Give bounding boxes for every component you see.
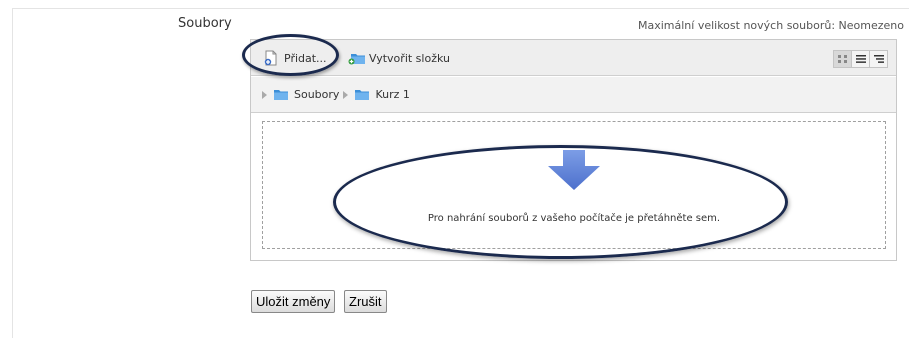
max-file-size-text: Maximální velikost nových souborů: Neome… [637,19,904,32]
tree-view-button[interactable] [869,50,888,68]
file-manager: Přidat... Vytvořit složku Soubory Kurz 1… [250,39,897,261]
breadcrumb-item-kurz-1[interactable]: Kurz 1 [354,88,410,101]
view-switcher [833,50,888,68]
file-add-icon [263,50,279,66]
file-drop-zone[interactable]: Pro nahrání souborů z vašeho počítače je… [262,121,886,249]
breadcrumb-separator-icon [343,90,349,99]
list-icon [855,55,866,63]
folder-add-icon [348,50,365,66]
breadcrumb-label: Kurz 1 [375,88,410,101]
create-folder-button[interactable]: Vytvořit složku [348,49,450,67]
breadcrumb-item-soubory[interactable]: Soubory [273,88,339,101]
add-file-button[interactable]: Přidat... [263,49,327,67]
save-changes-button[interactable]: Uložit změny [251,290,336,313]
list-view-button[interactable] [851,50,870,68]
breadcrumb: Soubory Kurz 1 [251,77,896,113]
add-file-label: Přidat... [284,51,327,65]
breadcrumb-arrow-icon [262,90,267,99]
grid-icon [837,55,847,63]
folder-icon [355,90,370,100]
section-top-border [12,8,909,9]
breadcrumb-label: Soubory [294,88,340,101]
folder-icon [274,90,288,100]
file-manager-toolbar: Přidat... Vytvořit složku [251,40,896,76]
files-field-label: Soubory [178,16,232,31]
create-folder-label: Vytvořit složku [369,51,450,65]
tree-icon [873,55,884,63]
drop-instruction-text: Pro nahrání souborů z vašeho počítače je… [427,213,721,224]
section-left-border [12,8,13,338]
cancel-button[interactable]: Zrušit [344,290,387,313]
icons-view-button[interactable] [833,50,852,68]
down-arrow-icon [548,150,600,190]
